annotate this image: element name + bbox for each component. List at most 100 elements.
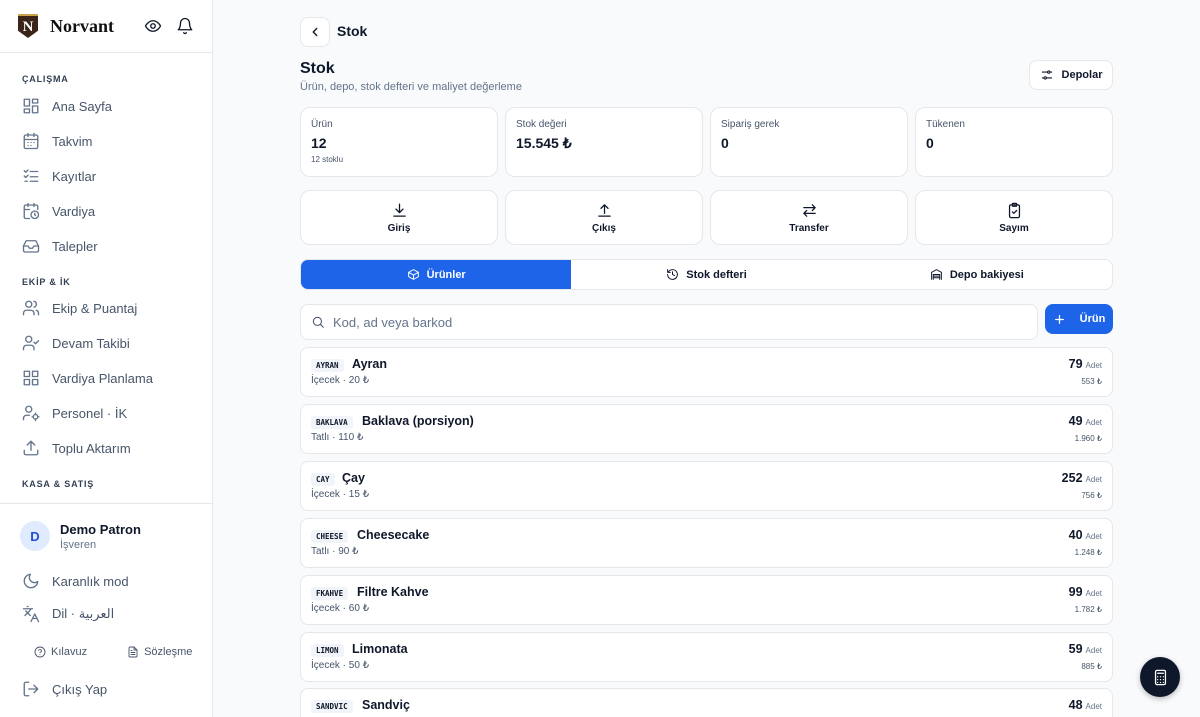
- qty-value: 79: [1068, 357, 1083, 371]
- qty-value: 48: [1068, 698, 1083, 712]
- user-card[interactable]: D Demo Patron İşveren: [20, 521, 141, 551]
- sidebar-item-label: Talepler: [52, 238, 98, 254]
- product-name: Limonata: [352, 642, 408, 656]
- qty-unit: Adet: [1085, 646, 1102, 655]
- language-label: Dil · العربية: [52, 606, 115, 621]
- calculator-icon: [1152, 669, 1169, 686]
- sidebar-item-label: Kayıtlar: [52, 168, 97, 184]
- transfer-icon: [801, 202, 818, 219]
- action-label: Çıkış: [592, 222, 616, 234]
- sidebar-item-devam-takibi[interactable]: Devam Takibi: [22, 333, 130, 353]
- calendar-clock-icon: [22, 202, 40, 220]
- product-row[interactable]: CHEESE Cheesecake Tatlı · 90 ₺ 40 Adet 1.…: [300, 518, 1113, 568]
- user-name: Demo Patron: [60, 521, 141, 537]
- avatar: D: [20, 521, 50, 551]
- sidebar-item-ekip-puantaj[interactable]: Ekip & Puantaj: [22, 298, 137, 318]
- stock-in-button[interactable]: Giriş: [300, 190, 498, 245]
- clipboard-check-icon: [1006, 202, 1023, 219]
- sidebar-item-vardiya[interactable]: Vardiya: [22, 201, 95, 221]
- calculator-button[interactable]: [1140, 657, 1180, 697]
- sidebar-item-toplu-aktarim[interactable]: Toplu Aktarım: [22, 438, 131, 458]
- stat-value: 12: [311, 135, 327, 151]
- product-meta: Tatlı · 110 ₺: [311, 432, 364, 443]
- product-qty: 252 Adet: [1062, 471, 1102, 485]
- stat-label: Ürün: [311, 119, 333, 130]
- calendar-icon: [22, 132, 40, 150]
- product-row[interactable]: CAY Çay İçecek · 15 ₺ 252 Adet 756 ₺: [300, 461, 1113, 511]
- sidebar-item-personel-ik[interactable]: Personel · İK: [22, 403, 127, 423]
- user-role: İşveren: [60, 538, 97, 551]
- upload-icon: [22, 439, 40, 457]
- stat-label: Sipariş gerek: [721, 119, 780, 130]
- transfer-button[interactable]: Transfer: [710, 190, 908, 245]
- product-row[interactable]: FKAHVE Filtre Kahve İçecek · 60 ₺ 99 Adet…: [300, 575, 1113, 625]
- count-button[interactable]: Sayım: [915, 190, 1113, 245]
- agreement-link[interactable]: Sözleşme: [127, 646, 192, 658]
- search-input[interactable]: [333, 314, 1013, 330]
- agreement-label: Sözleşme: [144, 646, 193, 658]
- product-meta: İçecek · 20 ₺: [311, 375, 370, 386]
- sidebar-item-vardiya-planlama[interactable]: Vardiya Planlama: [22, 368, 153, 388]
- brand-logo: N: [18, 14, 38, 38]
- product-value: 1.248 ₺: [1074, 548, 1102, 557]
- stat-value: 0: [721, 135, 729, 151]
- qty-unit: Adet: [1085, 702, 1102, 711]
- guide-label: Kılavuz: [51, 646, 88, 658]
- guide-link[interactable]: Kılavuz: [34, 646, 87, 658]
- tab-depo-bakiyesi[interactable]: Depo bakiyesi: [842, 260, 1112, 289]
- sidebar-item-label: Ana Sayfa: [52, 98, 112, 114]
- warehouses-button[interactable]: Depolar: [1029, 60, 1113, 90]
- back-button[interactable]: [300, 17, 330, 47]
- sidebar-item-label: Toplu Aktarım: [52, 440, 131, 456]
- qty-unit: Adet: [1085, 475, 1102, 484]
- bell-icon[interactable]: [176, 17, 194, 35]
- product-value: 1.960 ₺: [1074, 434, 1102, 443]
- stat-card-urun: Ürün 12 12 stoklu: [300, 107, 498, 177]
- product-row[interactable]: LIMON Limonata İçecek · 50 ₺ 59 Adet 885 …: [300, 632, 1113, 682]
- product-meta: Tatlı · 90 ₺: [311, 546, 359, 557]
- grid-icon: [22, 369, 40, 387]
- upload-icon: [596, 202, 613, 219]
- logout-button[interactable]: Çıkış Yap: [22, 679, 107, 699]
- product-row[interactable]: SANDVIC Sandviç 48 Adet: [300, 688, 1113, 717]
- qty-value: 99: [1068, 585, 1083, 599]
- inbox-icon: [22, 237, 40, 255]
- qty-unit: Adet: [1085, 418, 1102, 427]
- chevron-left-icon: [308, 25, 322, 39]
- add-product-button[interactable]: Ürün: [1045, 304, 1113, 334]
- stat-card-siparis-gerek: Sipariş gerek 0: [710, 107, 908, 177]
- stat-label: Stok değeri: [516, 119, 567, 130]
- brand-name: Norvant: [50, 15, 114, 36]
- breadcrumb: Stok: [337, 23, 368, 39]
- action-label: Giriş: [387, 222, 411, 234]
- stock-out-button[interactable]: Çıkış: [505, 190, 703, 245]
- product-value: 553 ₺: [1081, 377, 1102, 386]
- product-qty: 40 Adet: [1069, 528, 1102, 542]
- eye-icon[interactable]: [144, 17, 162, 35]
- sliders-icon: [1040, 68, 1054, 82]
- stat-value: 0: [926, 135, 934, 151]
- moon-icon: [22, 572, 40, 590]
- tab-stok-defteri[interactable]: Stok defteri: [571, 260, 841, 289]
- product-row[interactable]: BAKLAVA Baklava (porsiyon) Tatlı · 110 ₺…: [300, 404, 1113, 454]
- user-check-icon: [22, 334, 40, 352]
- sidebar-item-kayitlar[interactable]: Kayıtlar: [22, 166, 96, 186]
- plus-icon: [1053, 313, 1066, 326]
- sidebar-item-label: Ekip & Puantaj: [52, 300, 138, 316]
- product-name: Sandviç: [362, 698, 410, 712]
- tab-urunler[interactable]: Ürünler: [301, 260, 572, 289]
- product-code: LIMON: [311, 644, 344, 657]
- product-code: SANDVIC: [311, 700, 353, 713]
- language-selector[interactable]: Dil · العربية: [22, 604, 114, 624]
- sidebar-item-takvim[interactable]: Takvim: [22, 131, 92, 151]
- dark-mode-toggle[interactable]: Karanlık mod: [22, 571, 129, 591]
- tab-label: Depo bakiyesi: [949, 268, 1024, 281]
- add-product-label: Ürün: [1079, 313, 1106, 325]
- product-row[interactable]: AYRAN Ayran İçecek · 20 ₺ 79 Adet 553 ₺: [300, 347, 1113, 397]
- users-icon: [22, 299, 40, 317]
- sidebar-item-talepler[interactable]: Talepler: [22, 236, 98, 256]
- sidebar-item-ana-sayfa[interactable]: Ana Sayfa: [22, 96, 112, 116]
- product-qty: 49 Adet: [1069, 414, 1102, 428]
- section-title-ekip-ik: EKİP & İK: [22, 277, 71, 287]
- sidebar-item-label: Vardiya: [52, 203, 96, 219]
